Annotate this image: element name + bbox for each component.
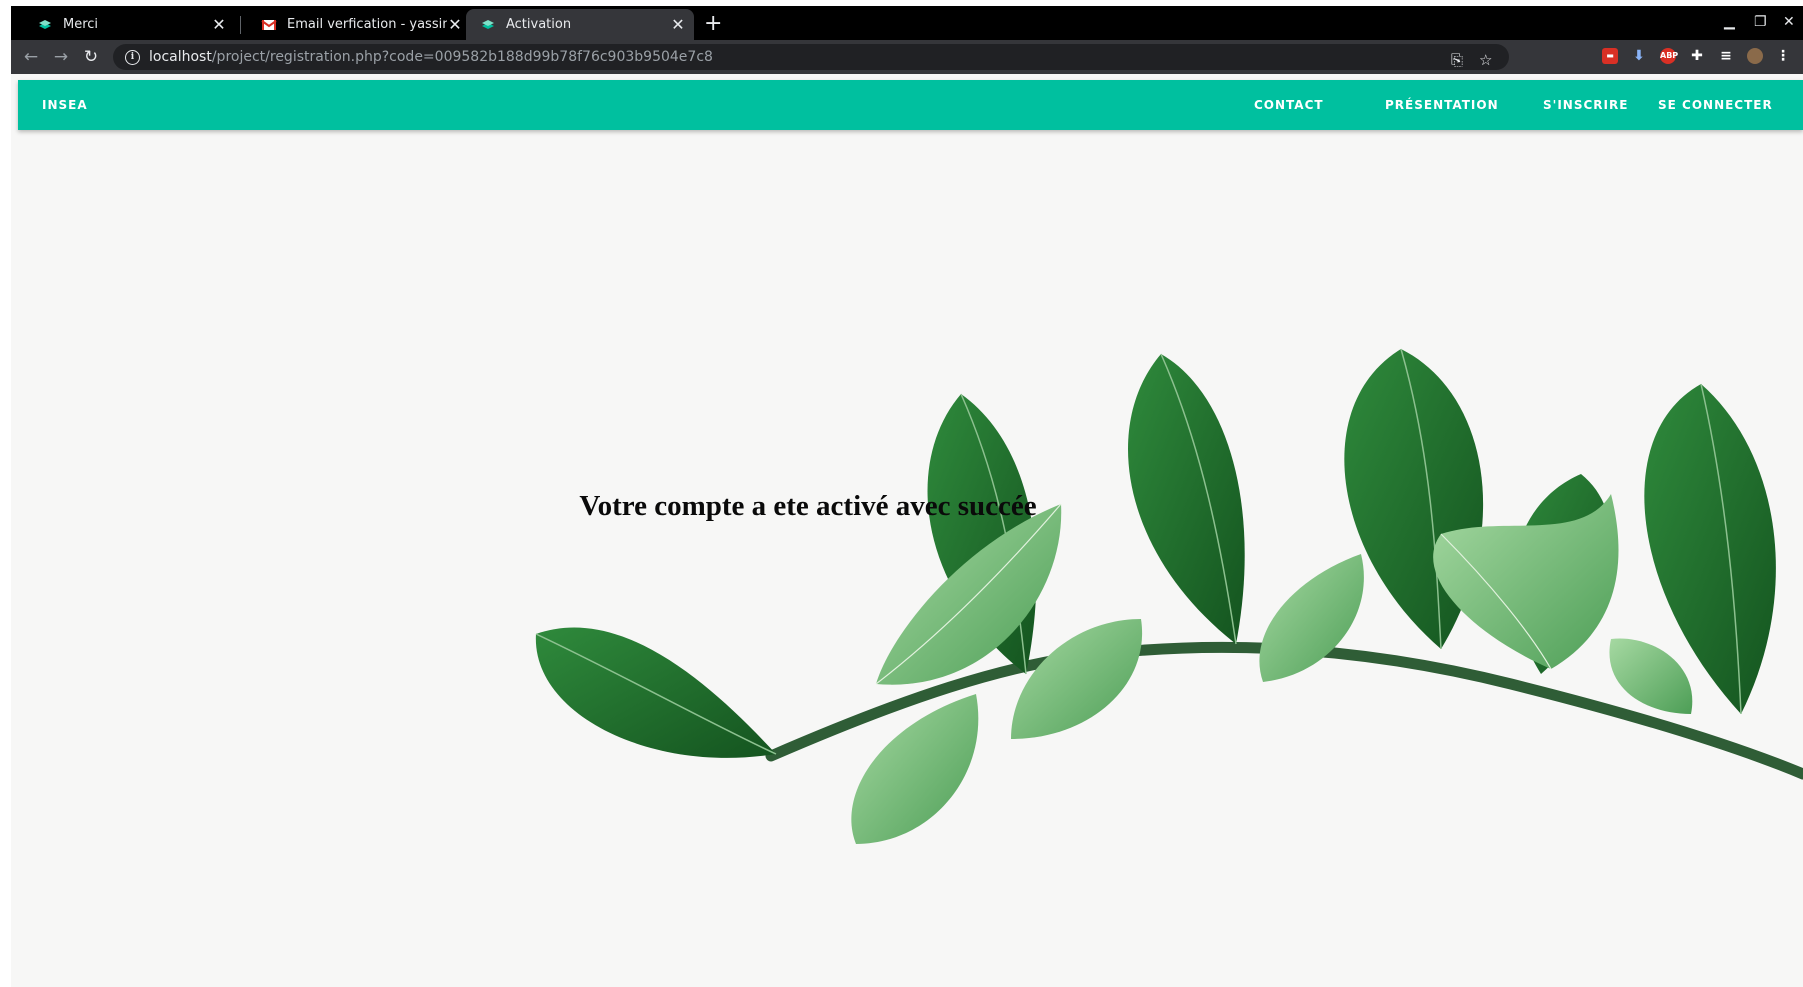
web-page: INSEA CONTACT PRÉSENTATION S'INSCRIRE SE…: [11, 74, 1803, 987]
leaf: [1259, 554, 1364, 682]
close-tab-icon[interactable]: ✕: [670, 15, 686, 34]
tab-separator: [240, 16, 241, 34]
stack-logo-icon: [480, 17, 496, 33]
tab-title: Activation: [506, 17, 572, 32]
download-extension-icon[interactable]: ⬇: [1631, 48, 1647, 64]
new-tab-button[interactable]: +: [704, 12, 722, 36]
menu-kebab-icon[interactable]: ⋮: [1775, 48, 1791, 64]
install-app-icon[interactable]: ⎘: [1451, 51, 1463, 69]
info-icon[interactable]: i: [125, 49, 140, 65]
minimize-icon[interactable]: ▁: [1724, 14, 1735, 30]
plant-background-image: [535, 348, 1803, 844]
avatar[interactable]: [1747, 48, 1763, 64]
media-queue-icon[interactable]: ≡: [1718, 48, 1734, 64]
leaf: [535, 627, 777, 758]
stack-logo-icon: [37, 17, 53, 33]
forward-icon[interactable]: →: [49, 46, 73, 68]
browser-window: Merci ✕ Email verfication - yassineaitm.…: [11, 6, 1803, 987]
browser-toolbar: ← → ↻ i localhost/project/registration.p…: [11, 40, 1803, 74]
tab-title: Merci: [63, 17, 99, 32]
address-url[interactable]: localhost/project/registration.php?code=…: [149, 49, 713, 65]
tab-activation[interactable]: Activation ✕: [466, 9, 694, 40]
adblock-icon[interactable]: ABP: [1660, 48, 1678, 64]
tab-merci[interactable]: Merci ✕: [23, 9, 235, 40]
reload-icon[interactable]: ↻: [79, 46, 103, 68]
close-window-icon[interactable]: ✕: [1783, 14, 1795, 30]
leaf: [1609, 638, 1693, 714]
gmail-icon: [261, 17, 277, 33]
tab-strip: Merci ✕ Email verfication - yassineaitm.…: [11, 6, 1803, 40]
extensions-puzzle-icon[interactable]: ✚: [1689, 48, 1705, 64]
address-bar[interactable]: i localhost/project/registration.php?cod…: [113, 44, 1509, 70]
back-icon[interactable]: ←: [19, 46, 43, 68]
close-tab-icon[interactable]: ✕: [447, 15, 463, 34]
close-tab-icon[interactable]: ✕: [211, 15, 227, 34]
tab-title: Email verfication - yassineaitm...: [287, 17, 447, 32]
activation-message: Votre compte a ete activé avec succée: [579, 490, 1037, 522]
extension-red-icon[interactable]: ▬: [1602, 48, 1618, 64]
tab-email-verification[interactable]: Email verfication - yassineaitm... ✕: [247, 9, 471, 40]
bookmark-star-icon[interactable]: ☆: [1479, 51, 1492, 69]
restore-icon[interactable]: ❐: [1754, 14, 1767, 30]
